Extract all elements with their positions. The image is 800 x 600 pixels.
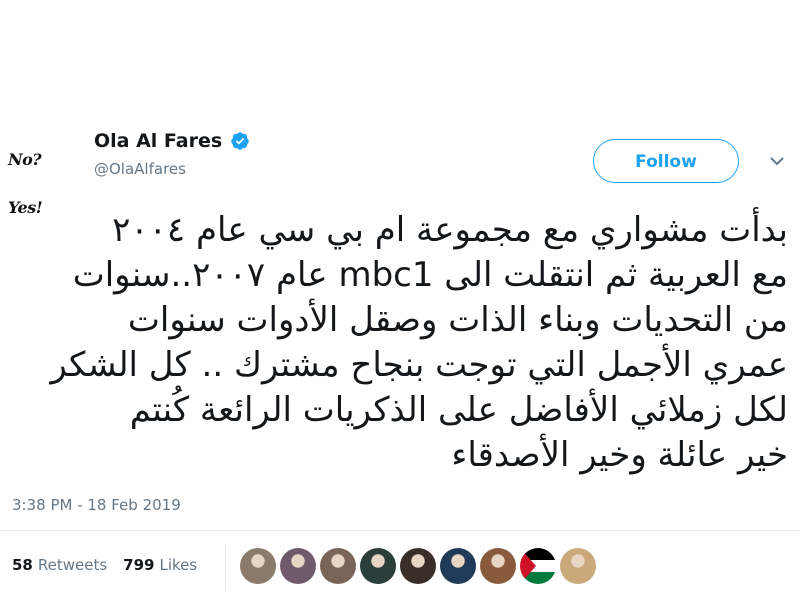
name-row: Ola Al Fares — [94, 130, 250, 152]
tweet-timestamp[interactable]: 3:38 PM - 18 Feb 2019 — [12, 496, 181, 514]
retweets-count: 58 — [12, 556, 33, 574]
tweet-header: No? Yes! Ola Al Fares @OlaAlfares Follow — [8, 128, 792, 217]
liker-avatar-9[interactable] — [560, 548, 596, 584]
follow-button[interactable]: Follow — [593, 139, 739, 183]
retweets-stat[interactable]: 58 Retweets — [12, 556, 107, 574]
tweet-text: بدأت مشواري مع مجموعة ام بي سي عام ٢٠٠٤ … — [12, 208, 788, 488]
liker-avatars — [240, 548, 596, 584]
liker-avatar-2[interactable] — [280, 548, 316, 584]
verified-badge-icon — [231, 132, 249, 150]
liker-avatar-6[interactable] — [440, 548, 476, 584]
user-info: Ola Al Fares @OlaAlfares — [94, 130, 250, 178]
likes-stat[interactable]: 799 Likes — [123, 556, 197, 574]
divider — [0, 530, 800, 531]
tweet-line: عمري الأجمل التي توجت بنجاح مشترك .. كل … — [50, 345, 788, 385]
liker-avatar-3[interactable] — [320, 548, 356, 584]
tweet-line: من التحديات وبناء الذات وصقل الأدوات سنو… — [127, 300, 788, 340]
tweet-line: خير عائلة وخير الأصدقاء — [451, 435, 788, 475]
liker-avatar-4[interactable] — [360, 548, 396, 584]
likes-label: Likes — [159, 556, 198, 574]
liker-avatar-7[interactable] — [480, 548, 516, 584]
chevron-down-icon[interactable] — [768, 152, 786, 170]
user-handle[interactable]: @OlaAlfares — [94, 160, 250, 178]
liker-avatar-5[interactable] — [400, 548, 436, 584]
display-name[interactable]: Ola Al Fares — [94, 130, 222, 152]
liker-avatar-1[interactable] — [240, 548, 276, 584]
retweets-label: Retweets — [37, 556, 108, 574]
stats-separator — [225, 544, 226, 590]
tweet-line: لكل زملائي الأفاضل على الذكريات الرائعة … — [129, 390, 788, 430]
tweet-line: بدأت مشواري مع مجموعة ام بي سي عام ٢٠٠٤ — [112, 210, 788, 250]
likes-count: 799 — [123, 556, 155, 574]
tweet-stats: 58 Retweets 799 Likes — [12, 556, 213, 574]
palestine-flag-avatar[interactable] — [520, 548, 556, 584]
tweet-line: مع العربية ثم انتقلت الى mbc1 عام ٢٠٠٧..… — [72, 255, 788, 295]
avatar[interactable]: No? Yes! — [8, 136, 78, 217]
